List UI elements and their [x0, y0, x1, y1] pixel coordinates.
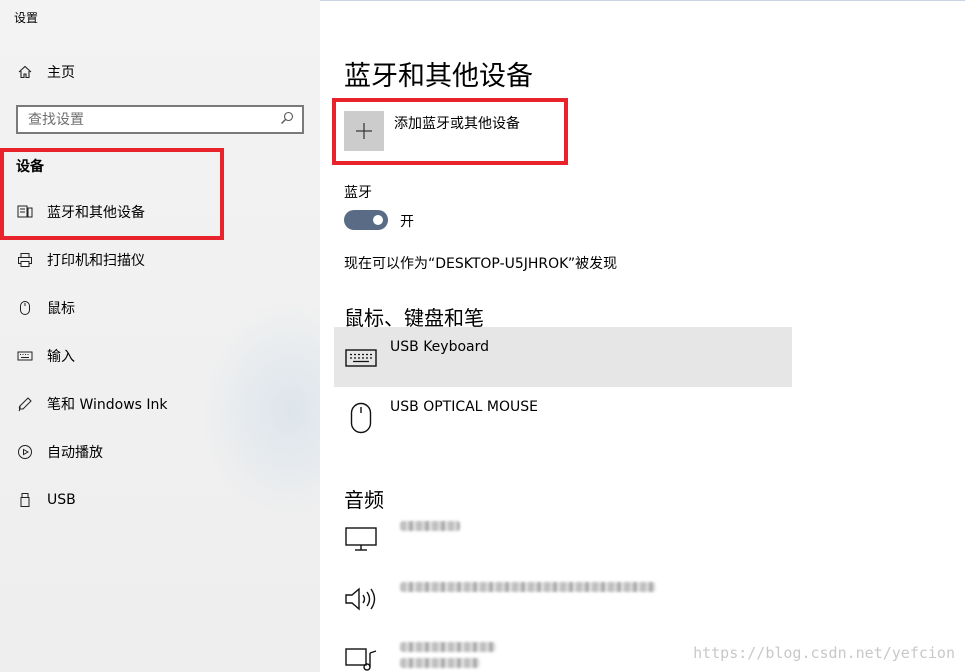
sidebar-item-typing[interactable]: 输入 — [16, 344, 75, 368]
autoplay-icon — [16, 443, 34, 461]
keyboard-icon — [344, 341, 378, 375]
speaker-icon — [344, 582, 378, 616]
bluetooth-state-text: 开 — [400, 214, 414, 230]
redacted-device-name — [400, 582, 656, 592]
search-icon[interactable] — [280, 110, 294, 129]
keyboard-icon — [16, 347, 34, 365]
sidebar-item-label: 自动播放 — [47, 445, 103, 461]
add-device-button[interactable]: 添加蓝牙或其他设备 — [344, 111, 564, 151]
audio-device-1[interactable] — [334, 508, 792, 568]
redacted-device-name — [400, 642, 496, 652]
device-usb-mouse[interactable]: USB OPTICAL MOUSE — [334, 387, 792, 447]
bluetooth-label: 蓝牙 — [344, 185, 372, 201]
search-input[interactable] — [28, 111, 268, 128]
monitor-icon — [344, 522, 378, 556]
sidebar-item-pen[interactable]: 笔和 Windows Ink — [16, 392, 168, 416]
usb-icon — [16, 491, 34, 509]
bluetooth-devices-icon — [16, 203, 34, 221]
sidebar-item-printers[interactable]: 打印机和扫描仪 — [16, 248, 145, 272]
bluetooth-toggle[interactable] — [344, 210, 388, 230]
sidebar-item-label: USB — [47, 492, 76, 508]
media-device-icon — [344, 642, 378, 672]
sidebar-item-label: 输入 — [47, 349, 75, 365]
redacted-device-detail — [400, 658, 480, 668]
add-device-label: 添加蓝牙或其他设备 — [394, 116, 520, 132]
nav-home[interactable]: 主页 — [16, 60, 75, 84]
mouse-icon — [16, 299, 34, 317]
plus-icon — [344, 111, 384, 151]
mouse-icon — [344, 401, 378, 435]
printer-icon — [16, 251, 34, 269]
sidebar: 设置 主页 设备 蓝牙和其他设备 打印机和扫描仪 鼠标 输入 — [0, 0, 320, 672]
device-usb-keyboard[interactable]: USB Keyboard — [334, 327, 792, 387]
watermark: https://blog.csdn.net/yefcion — [693, 644, 955, 662]
sidebar-item-label: 笔和 Windows Ink — [47, 397, 168, 413]
sidebar-item-label: 鼠标 — [47, 301, 75, 317]
discoverable-text: 现在可以作为“DESKTOP-U5JHROK”被发现 — [344, 256, 618, 272]
main-content: 蓝牙和其他设备 添加蓝牙或其他设备 蓝牙 开 现在可以作为“DESKTOP-U5… — [320, 0, 965, 672]
sidebar-item-label: 打印机和扫描仪 — [47, 253, 145, 269]
device-name: USB Keyboard — [390, 339, 489, 355]
nav-home-label: 主页 — [47, 65, 75, 81]
audio-device-2[interactable] — [334, 568, 792, 628]
pen-icon — [16, 395, 34, 413]
home-icon — [16, 63, 34, 81]
sidebar-item-bluetooth[interactable]: 蓝牙和其他设备 — [16, 200, 145, 224]
app-title: 设置 — [14, 11, 39, 25]
sidebar-item-autoplay[interactable]: 自动播放 — [16, 440, 103, 464]
sidebar-item-mouse[interactable]: 鼠标 — [16, 296, 75, 320]
toggle-knob — [373, 215, 383, 225]
search-box[interactable] — [16, 105, 304, 134]
device-name: USB OPTICAL MOUSE — [390, 399, 539, 415]
sidebar-item-usb[interactable]: USB — [16, 488, 76, 512]
section-title-devices: 设备 — [16, 159, 44, 175]
sidebar-item-label: 蓝牙和其他设备 — [47, 205, 145, 221]
page-title: 蓝牙和其他设备 — [344, 61, 533, 92]
redacted-device-name — [400, 521, 460, 531]
